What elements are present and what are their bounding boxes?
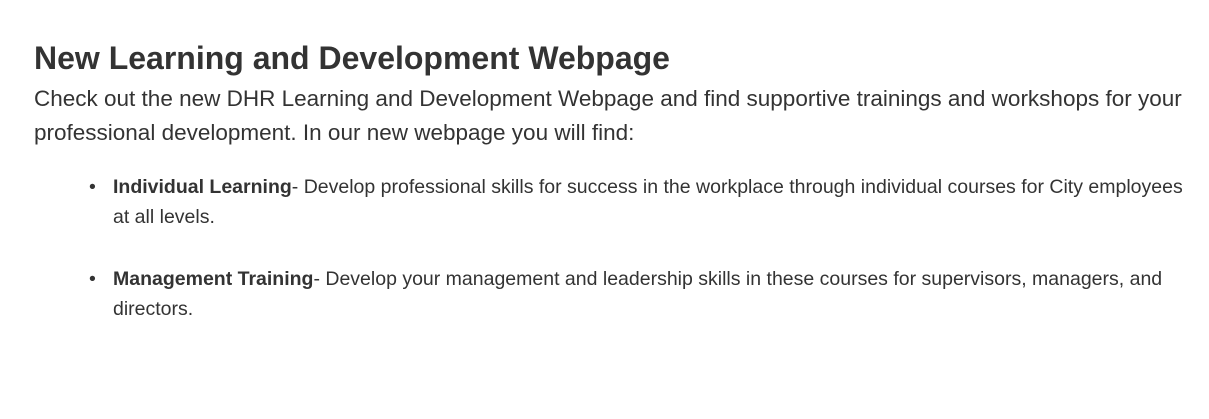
list-item: • Individual Learning- Develop professio… — [89, 172, 1184, 232]
bullet-icon: • — [89, 268, 96, 290]
list-item: • Management Training- Develop your mana… — [89, 264, 1184, 324]
article-content: New Learning and Development Webpage Che… — [34, 36, 1184, 356]
article-intro: Check out the new DHR Learning and Devel… — [34, 86, 1182, 145]
article-title: New Learning and Development Webpage — [34, 40, 670, 76]
feature-name-individual-learning: Individual Learning — [113, 176, 292, 198]
feature-name-management-training: Management Training — [113, 268, 314, 290]
feature-list: • Individual Learning- Develop professio… — [34, 172, 1184, 324]
bullet-icon: • — [89, 176, 96, 198]
